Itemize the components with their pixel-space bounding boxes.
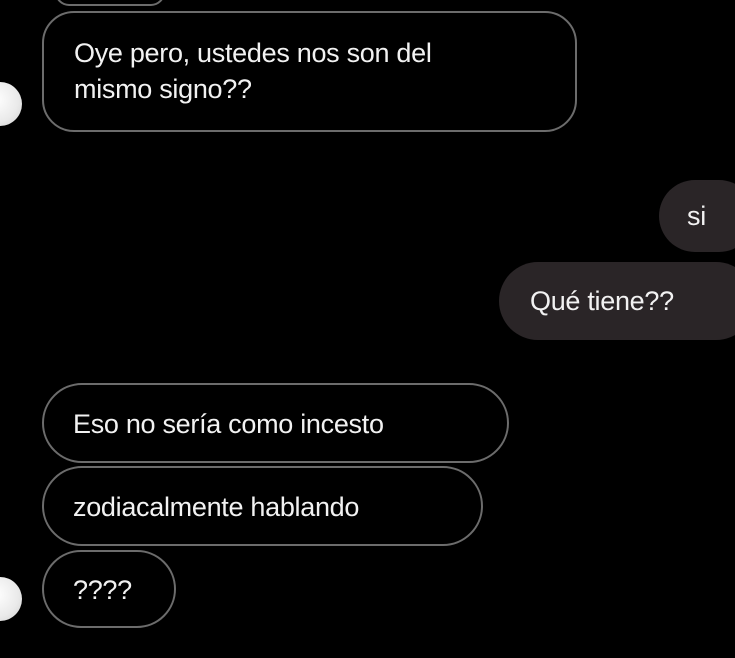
message-text: ???? bbox=[73, 575, 132, 605]
previous-message-edge bbox=[55, 0, 165, 6]
message-text: zodiacalmente hablando bbox=[73, 492, 360, 522]
chat-thread: Oye pero, ustedes nos son del mismo sign… bbox=[0, 0, 735, 658]
message-text: si bbox=[687, 201, 706, 231]
outgoing-message[interactable]: si bbox=[659, 180, 735, 252]
outgoing-message[interactable]: Qué tiene?? bbox=[499, 262, 735, 340]
incoming-message[interactable]: ???? bbox=[42, 550, 176, 628]
incoming-message[interactable]: zodiacalmente hablando bbox=[42, 466, 483, 546]
contact-avatar[interactable] bbox=[0, 82, 22, 126]
incoming-message[interactable]: Oye pero, ustedes nos son del mismo sign… bbox=[42, 11, 577, 132]
message-text-line: mismo signo?? bbox=[74, 74, 252, 104]
incoming-message[interactable]: Eso no sería como incesto bbox=[42, 383, 509, 463]
message-text-line: Oye pero, ustedes nos son del bbox=[74, 38, 432, 68]
contact-avatar[interactable] bbox=[0, 577, 22, 621]
message-text: Qué tiene?? bbox=[530, 286, 674, 316]
message-text: Eso no sería como incesto bbox=[73, 409, 384, 439]
